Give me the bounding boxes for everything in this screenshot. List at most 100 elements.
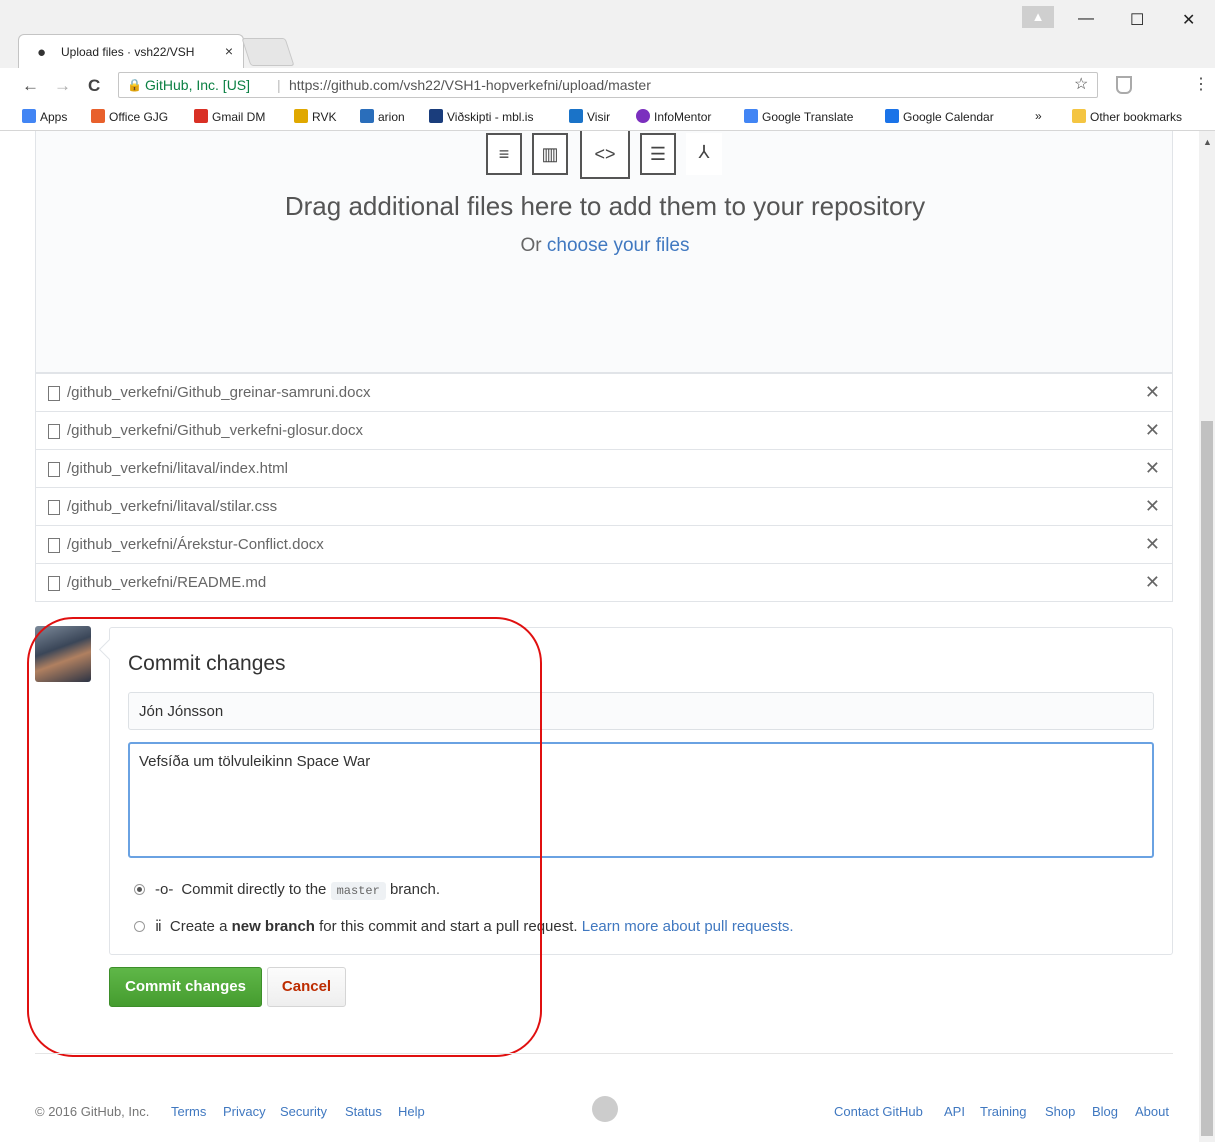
bookmark-label: Google Translate xyxy=(762,110,854,124)
remove-file-icon[interactable]: ✕ xyxy=(1145,496,1160,517)
commit-description-textarea[interactable]: Vefsíða um tölvuleikinn Space War xyxy=(128,742,1154,858)
bookmark-label: Visir xyxy=(587,110,611,124)
bookmark-star-icon[interactable]: ☆ xyxy=(1074,74,1088,94)
option-text: Commit directly to the xyxy=(181,881,327,898)
commit-form-pointer xyxy=(98,638,121,661)
github-octocat-icon[interactable] xyxy=(592,1096,618,1122)
or-text: Or xyxy=(520,235,542,256)
file-row: /github_verkefni/Árekstur-Conflict.docx ✕ xyxy=(36,525,1172,563)
radio-new-branch[interactable] xyxy=(134,921,145,932)
choose-files-link[interactable]: choose your files xyxy=(547,235,690,256)
footer-link-terms[interactable]: Terms xyxy=(171,1104,206,1119)
vertical-scrollbar[interactable]: ▲ xyxy=(1199,131,1215,1142)
bookmark-office[interactable]: Office GJG xyxy=(91,109,168,124)
bookmark-label: Office GJG xyxy=(109,110,169,124)
footer-link-training[interactable]: Training xyxy=(980,1104,1026,1119)
commit-form: Commit changes Jón Jónsson Vefsíða um tö… xyxy=(98,627,1173,955)
remove-file-icon[interactable]: ✕ xyxy=(1145,572,1160,593)
dropzone-subtitle: Or choose your files xyxy=(36,235,1174,257)
learn-more-link[interactable]: Learn more about pull requests. xyxy=(582,918,794,935)
mbl-icon xyxy=(429,109,443,123)
new-tab-button[interactable] xyxy=(241,38,295,66)
forward-icon[interactable]: → xyxy=(54,76,71,96)
file-icon xyxy=(48,462,60,477)
footer-link-help[interactable]: Help xyxy=(398,1104,425,1119)
address-bar[interactable]: 🔒 GitHub, Inc. [US] | https://github.com… xyxy=(118,72,1098,98)
extension-shield-icon[interactable] xyxy=(1116,76,1132,94)
footer-link-privacy[interactable]: Privacy xyxy=(223,1104,266,1119)
file-row: /github_verkefni/Github_greinar-samruni.… xyxy=(36,373,1172,411)
text-file-icon: ☰ xyxy=(640,133,676,175)
file-icon xyxy=(48,386,60,401)
file-path: /github_verkefni/litaval/stilar.css xyxy=(67,498,278,515)
tab-close-icon[interactable]: × xyxy=(225,43,233,59)
lock-icon: 🔒 xyxy=(127,78,142,92)
option-text: Create a xyxy=(169,918,228,935)
maximize-icon[interactable]: ☐ xyxy=(1130,10,1144,30)
infomentor-icon xyxy=(636,109,650,123)
commit-summary-input[interactable]: Jón Jónsson xyxy=(128,692,1154,730)
profile-icon[interactable]: ▲ xyxy=(1022,6,1054,28)
cancel-button[interactable]: Cancel xyxy=(267,967,346,1007)
page-viewport: ≡ ▥ <> ☰ ⅄ Drag additional files here to… xyxy=(0,131,1199,1142)
bookmark-apps[interactable]: Apps xyxy=(22,109,67,124)
footer-link-security[interactable]: Security xyxy=(280,1104,327,1119)
bookmark-other[interactable]: Other bookmarks xyxy=(1072,109,1182,124)
bookmark-gmail[interactable]: Gmail DM xyxy=(194,109,265,124)
footer-link-contact[interactable]: Contact GitHub xyxy=(834,1104,923,1119)
bookmark-label: Gmail DM xyxy=(212,110,266,124)
file-row: /github_verkefni/litaval/stilar.css ✕ xyxy=(36,487,1172,525)
file-icon xyxy=(48,576,60,591)
remove-file-icon[interactable]: ✕ xyxy=(1145,382,1160,403)
option-new-branch[interactable]: ⅱ Create a new branch for this commit and… xyxy=(134,917,794,935)
file-path: /github_verkefni/Github_verkefni-glosur.… xyxy=(67,422,364,439)
bookmark-arion[interactable]: arion xyxy=(360,109,405,124)
bookmark-infomentor[interactable]: InfoMentor xyxy=(636,109,711,124)
code-file-icon: <> xyxy=(580,131,630,179)
scrollbar-thumb[interactable] xyxy=(1201,421,1213,1136)
bookmark-visir[interactable]: Visir xyxy=(569,109,610,124)
rvk-icon xyxy=(294,109,308,123)
file-row: /github_verkefni/Github_verkefni-glosur.… xyxy=(36,411,1172,449)
file-icon xyxy=(48,538,60,553)
calendar-icon xyxy=(885,109,899,123)
remove-file-icon[interactable]: ✕ xyxy=(1145,534,1160,555)
gmail-icon xyxy=(194,109,208,123)
commit-title: Commit changes xyxy=(128,652,286,675)
close-window-icon[interactable]: ✕ xyxy=(1182,10,1195,30)
footer-link-blog[interactable]: Blog xyxy=(1092,1104,1118,1119)
bookmark-label: arion xyxy=(378,110,405,124)
user-avatar xyxy=(35,626,91,682)
zip-file-icon: ≡ xyxy=(486,133,522,175)
minimize-icon[interactable]: — xyxy=(1078,10,1094,28)
radio-commit-direct[interactable] xyxy=(134,884,145,895)
file-icon xyxy=(48,500,60,515)
remove-file-icon[interactable]: ✕ xyxy=(1145,420,1160,441)
scroll-up-icon[interactable]: ▲ xyxy=(1203,137,1212,147)
file-dropzone[interactable]: ≡ ▥ <> ☰ ⅄ Drag additional files here to… xyxy=(35,131,1173,373)
footer-link-status[interactable]: Status xyxy=(345,1104,382,1119)
bookmark-translate[interactable]: Google Translate xyxy=(744,109,853,124)
bookmarks-bar: Apps Office GJG Gmail DM RVK arion Viðsk… xyxy=(0,104,1215,131)
url-text: https://github.com/vsh22/VSH1-hopverkefn… xyxy=(289,77,651,93)
reload-icon[interactable]: C xyxy=(88,76,100,96)
bookmark-mbl[interactable]: Viðskipti - mbl.is xyxy=(429,109,533,124)
apps-grid-icon xyxy=(22,109,36,123)
bookmark-calendar[interactable]: Google Calendar xyxy=(885,109,994,124)
file-row: /github_verkefni/README.md ✕ xyxy=(36,563,1172,601)
footer-link-api[interactable]: API xyxy=(944,1104,965,1119)
file-path: /github_verkefni/README.md xyxy=(67,574,267,591)
footer-link-shop[interactable]: Shop xyxy=(1045,1104,1075,1119)
file-path: /github_verkefni/Github_greinar-samruni.… xyxy=(67,384,371,401)
browser-menu-icon[interactable]: ⋮ xyxy=(1193,74,1209,94)
visir-icon xyxy=(569,109,583,123)
commit-changes-button[interactable]: Commit changes xyxy=(109,967,262,1007)
remove-file-icon[interactable]: ✕ xyxy=(1145,458,1160,479)
footer-link-about[interactable]: About xyxy=(1135,1104,1169,1119)
browser-tab[interactable]: ● Upload files · vsh22/VSH × xyxy=(18,34,244,68)
bookmark-rvk[interactable]: RVK xyxy=(294,109,336,124)
option-commit-direct[interactable]: -o- Commit directly to the master branch. xyxy=(134,881,440,900)
back-icon[interactable]: ← xyxy=(22,76,39,96)
github-tab-icon: ● xyxy=(37,44,47,61)
bookmarks-overflow[interactable]: » xyxy=(1035,109,1042,123)
